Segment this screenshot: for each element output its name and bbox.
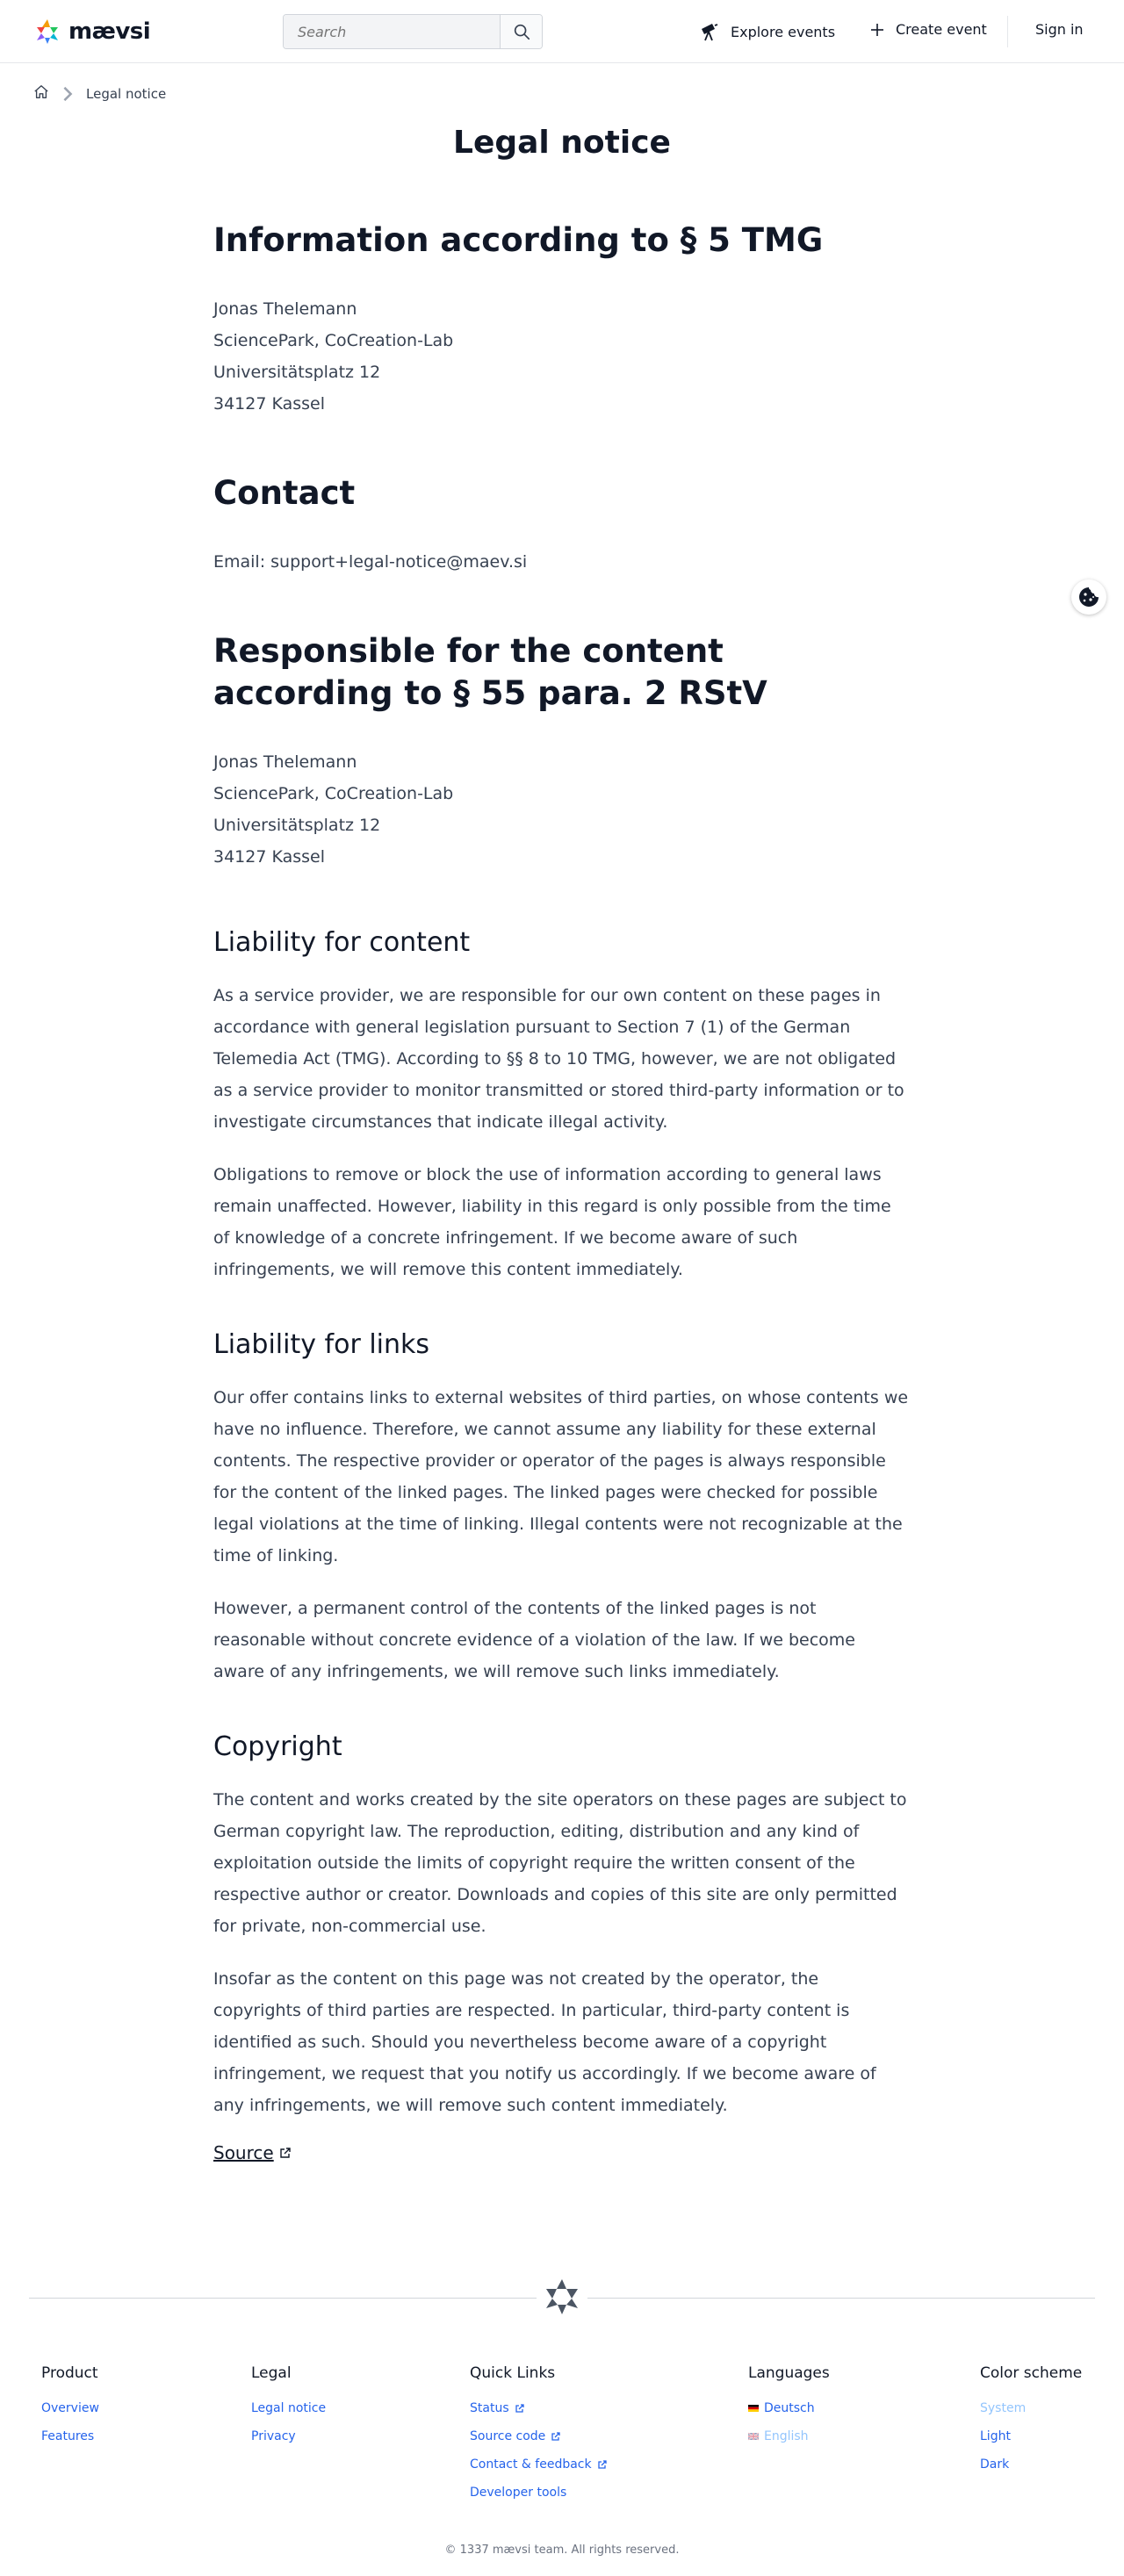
footer-link-overview[interactable]: Overview [41, 2394, 99, 2422]
section-heading: Liability for links [213, 1329, 430, 1360]
plus-icon [871, 23, 883, 36]
external-link-icon [280, 2148, 291, 2158]
source-link[interactable]: Source [213, 2142, 292, 2163]
header-divider [1007, 16, 1008, 47]
footer-column-title: Quick Links [470, 2364, 556, 2382]
address-line: 34127 Kassel [213, 394, 326, 414]
search-input[interactable] [284, 15, 500, 48]
external-link-icon [551, 2432, 560, 2441]
footer-link-label: Deutsch [764, 2401, 815, 2415]
footer-link-source-code[interactable]: Source code [470, 2422, 608, 2450]
footer-link-label: English [764, 2429, 809, 2443]
page-title: Legal notice [453, 125, 671, 161]
section-heading: Liability for content [213, 927, 471, 958]
footer-link-privacy[interactable]: Privacy [251, 2422, 326, 2450]
contact-email: Email: support+legal-notice@maev.si [213, 552, 528, 572]
footer-link-contact-feedback[interactable]: Contact & feedback [470, 2450, 608, 2479]
uk-flag-icon [748, 2432, 759, 2441]
section-responsible: Responsible for the content according to… [213, 630, 911, 873]
footer-link-status[interactable]: Status [470, 2394, 608, 2422]
footer-column-title: Product [41, 2364, 98, 2382]
section-heading: Information according to § 5 TMG [213, 221, 824, 259]
maevsi-logo-icon [37, 19, 58, 44]
chevron-right-icon [63, 86, 73, 102]
footer-column-languages: Languages Deutsch English [748, 2364, 830, 2450]
german-flag-icon [748, 2405, 759, 2412]
footer-link-english[interactable]: English [748, 2422, 830, 2450]
address-line: Universitätsplatz 12 [213, 363, 381, 382]
breadcrumb-current: Legal notice [86, 86, 167, 102]
section-liability-links: Liability for links Our offer contains l… [213, 1328, 911, 1687]
footer-link-legal-notice[interactable]: Legal notice [251, 2394, 326, 2422]
section-heading: Responsible for the content according to… [213, 632, 767, 712]
section-information: Information according to § 5 TMG Jonas T… [213, 219, 911, 420]
main-content: Information according to § 5 TMG Jonas T… [213, 219, 911, 2163]
external-link-icon [597, 2460, 607, 2469]
cookie-icon [1079, 587, 1099, 607]
footer-column-quick-links: Quick Links Status Source code Contact &… [470, 2364, 608, 2507]
explore-events-label: Explore events [731, 23, 836, 40]
paragraph: Obligations to remove or block the use o… [213, 1165, 891, 1279]
search-icon [514, 24, 530, 40]
paragraph: The content and works created by the sit… [213, 1790, 907, 1936]
source-label: Source [213, 2142, 274, 2163]
paragraph: Our offer contains links to external web… [213, 1388, 909, 1565]
telescope-icon [702, 24, 718, 41]
address-line: Universitätsplatz 12 [213, 816, 381, 835]
footer-link-deutsch[interactable]: Deutsch [748, 2394, 830, 2422]
footer-divider-right [587, 2298, 1095, 2299]
section-liability-content: Liability for content As a service provi… [213, 925, 911, 1285]
footer-column-title: Color scheme [980, 2364, 1083, 2382]
footer-logo-icon [546, 2279, 578, 2314]
address-line: Jonas Thelemann [213, 752, 357, 772]
footer-divider-left [29, 2298, 537, 2299]
footer-column-color-scheme: Color scheme System Light Dark [980, 2364, 1082, 2479]
footer-link-developer-tools[interactable]: Developer tools [470, 2479, 608, 2507]
paragraph: Insofar as the content on this page was … [213, 1969, 876, 2115]
section-heading: Copyright [213, 1731, 342, 1762]
copyright-text: © 1337 mævsi team. All rights reserved. [444, 2544, 680, 2557]
logo-link[interactable]: mævsi [33, 18, 151, 46]
address-line: SciencePark, CoCreation-Lab [213, 784, 454, 803]
paragraph: As a service provider, we are responsibl… [213, 986, 904, 1132]
footer-link-label: Status [470, 2401, 509, 2415]
create-event-link[interactable]: Create event [869, 21, 987, 38]
address-line: SciencePark, CoCreation-Lab [213, 331, 454, 350]
footer-link-label: Contact & feedback [470, 2457, 592, 2472]
home-icon [34, 85, 48, 98]
section-copyright: Copyright The content and works created … [213, 1730, 911, 2163]
site-header: mævsi Explore events Create event Sign i… [0, 0, 1124, 63]
footer-link-features[interactable]: Features [41, 2422, 99, 2450]
footer-link-label: Source code [470, 2429, 546, 2443]
footer-column-title: Languages [748, 2364, 830, 2382]
footer-column-product: Product Overview Features [41, 2364, 99, 2450]
create-event-label: Create event [896, 21, 987, 38]
external-link-icon [515, 2404, 524, 2413]
search-bar [283, 14, 543, 49]
paragraph: However, a permanent control of the cont… [213, 1599, 855, 1681]
address-line: 34127 Kassel [213, 847, 326, 867]
logo-text: mævsi [68, 18, 151, 45]
footer-link-light[interactable]: Light [980, 2422, 1082, 2450]
breadcrumb: Legal notice [33, 84, 166, 104]
section-contact: Contact Email: support+legal-notice@maev… [213, 472, 911, 578]
explore-events-link[interactable]: Explore events [699, 21, 835, 42]
footer-link-dark[interactable]: Dark [980, 2450, 1082, 2479]
address-line: Jonas Thelemann [213, 299, 357, 319]
search-button[interactable] [500, 15, 542, 48]
footer-column-legal: Legal Legal notice Privacy [251, 2364, 326, 2450]
section-heading: Contact [213, 474, 356, 512]
breadcrumb-home[interactable] [33, 84, 49, 104]
sign-in-link[interactable]: Sign in [1035, 21, 1084, 38]
footer-column-title: Legal [251, 2364, 292, 2382]
cookie-settings-button[interactable] [1071, 579, 1106, 615]
footer-link-system[interactable]: System [980, 2394, 1082, 2422]
